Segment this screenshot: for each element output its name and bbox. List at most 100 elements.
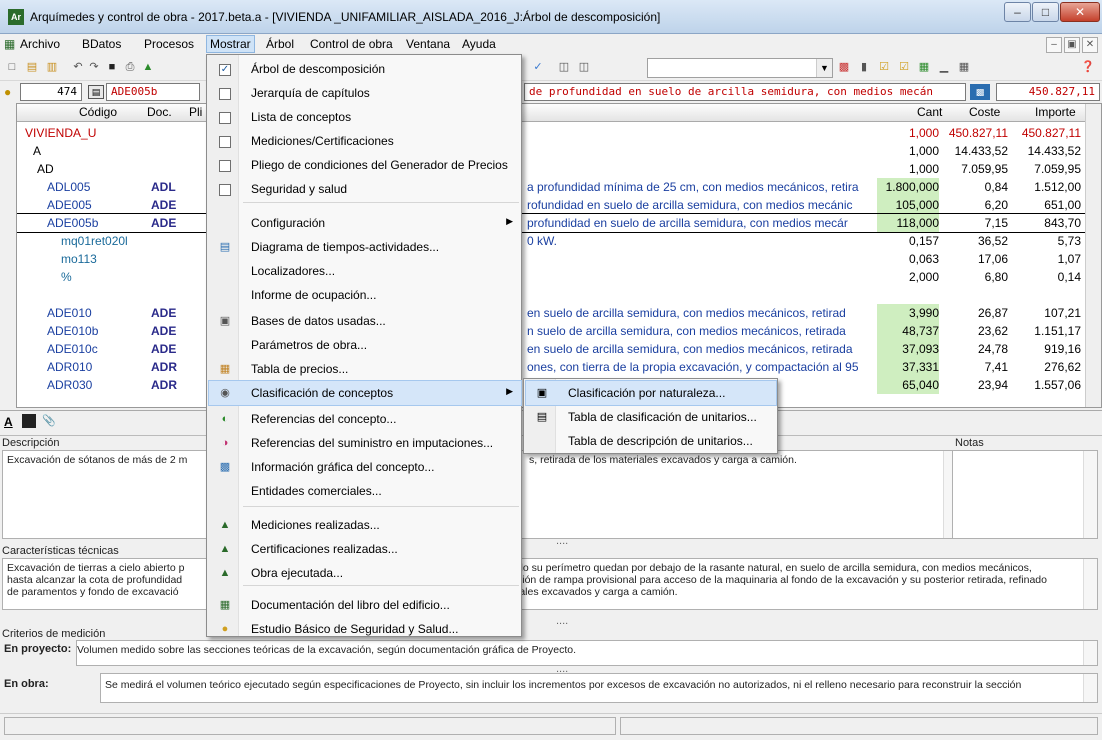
table-row[interactable]: A 1,000 14.433,52 14.433,52 (17, 142, 1087, 160)
table-row[interactable]: ADE005b ADE profundidad en suelo de arcill… (17, 213, 1088, 233)
new-icon[interactable]: □ (4, 59, 20, 75)
menu-item-seguridad-y-salud[interactable]: Seguridad y salud (209, 177, 521, 201)
minimize-button[interactable]: – (1004, 2, 1031, 22)
submenu-item-clasificacion-por-naturaleza[interactable]: ▣ Clasificación por naturaleza... (525, 380, 777, 406)
undo-icon[interactable]: ↶ (70, 59, 86, 75)
menu-mostrar[interactable]: Mostrar (206, 35, 255, 53)
mdi-restore-icon[interactable]: ▣ (1064, 37, 1080, 53)
menu-ayuda[interactable]: Ayuda (462, 37, 496, 51)
print-icon[interactable]: ⎙ (122, 59, 138, 75)
table-row[interactable]: AD 1,000 7.059,95 7.059,95 (17, 160, 1087, 178)
menu-item-diagrama-de-tiempos-actividades[interactable]: ▤ Diagrama de tiempos-actividades... (209, 235, 521, 259)
close-button[interactable]: ✕ (1060, 2, 1100, 22)
toolbar-combo[interactable]: ▼ (647, 58, 833, 78)
row-quantity[interactable]: 37,093 (877, 340, 939, 358)
on-site-text[interactable]: Se medirá el volumen teórico ejecutado s… (100, 673, 1098, 703)
tab-image-icon[interactable] (22, 414, 36, 428)
menu-item-lista-de-conceptos[interactable]: Lista de conceptos (209, 105, 521, 129)
menu-archivo[interactable]: Archivo (20, 37, 60, 51)
table-row[interactable] (17, 286, 1087, 304)
row-quantity[interactable]: 1,000 (877, 160, 939, 178)
row-quantity[interactable]: 1,000 (877, 142, 939, 160)
submenu-item-tabla-de-descripcion-de-unitarios[interactable]: Tabla de descripción de unitarios... (526, 429, 776, 453)
table-row[interactable]: mq01ret020l 0 kW. 0,157 36,52 5,73 (17, 232, 1087, 250)
menu-item-informacion-grafica-del-concepto[interactable]: ▩ Información gráfica del concepto... (209, 455, 521, 479)
notes-text[interactable] (952, 450, 1098, 539)
menu-item-obra-ejecutada[interactable]: ▲ Obra ejecutada... (209, 561, 521, 585)
lock-icon[interactable]: ▮ (856, 59, 872, 75)
menu-item-arbol-de-descomposicion[interactable]: ✓ Árbol de descomposición (209, 57, 521, 81)
paste-icon[interactable]: ◫ (576, 59, 592, 75)
row-quantity[interactable]: 65,040 (877, 376, 939, 394)
check-icon[interactable]: ✓ (530, 59, 546, 75)
grid-icon[interactable]: ▦ (956, 59, 972, 75)
export-icon[interactable]: ▲ (140, 59, 156, 75)
menu-item-mediciones-realizadas[interactable]: ▲ Mediciones realizadas... (209, 513, 521, 537)
table-row[interactable]: % 2,000 6,80 0,14 (17, 268, 1087, 286)
menu-procesos[interactable]: Procesos (144, 37, 194, 51)
open-recent-icon[interactable]: ▥ (44, 59, 60, 75)
chart-icon[interactable]: ▩ (836, 59, 852, 75)
row-quantity[interactable]: 2,000 (877, 268, 939, 286)
menu-item-documentacion-del-libro-del-edificio[interactable]: ▦ Documentación del libro del edificio... (209, 593, 521, 617)
menu-item-pliego-de-condiciones-del-generador-de-precios[interactable]: Pliego de condiciones del Generador de P… (209, 153, 521, 177)
header-unit[interactable]: Pli (189, 105, 202, 119)
book-tool-icon[interactable]: ▦ (916, 59, 932, 75)
menu-item-certificaciones-realizadas[interactable]: ▲ Certificaciones realizadas... (209, 537, 521, 561)
menu-item-mediciones-certificaciones[interactable]: Mediciones/Certificaciones (209, 129, 521, 153)
menu-item-tabla-de-precios[interactable]: ▦ Tabla de precios... (209, 357, 521, 381)
header-code[interactable]: Código (79, 105, 117, 119)
splitter-dots[interactable]: .... (556, 535, 568, 547)
table-row[interactable]: ADR010 ADR ones, con tierra de la propia e… (17, 358, 1087, 376)
table-row[interactable]: VIVIENDA_U 1,000 450.827,11 450.827,11 (17, 124, 1087, 142)
menu-bdatos[interactable]: BDatos (82, 37, 121, 51)
save-icon[interactable]: ■ (104, 59, 120, 75)
chevron-down-icon[interactable]: ▼ (816, 59, 832, 77)
splitter-dots-2[interactable]: .... (556, 615, 568, 627)
concept-type-icon[interactable]: ▤ (88, 85, 104, 99)
menu-item-parametros-de-obra[interactable]: Parámetros de obra... (209, 333, 521, 357)
menu-item-clasificacion-de-conceptos[interactable]: ◉ Clasificación de conceptos ▶ (208, 380, 522, 406)
menu-item-jerarquia-de-capitulos[interactable]: Jerarquía de capítulos (209, 81, 521, 105)
bar-chart-icon[interactable]: ▁ (936, 59, 952, 75)
header-doc[interactable]: Doc. (147, 105, 172, 119)
help-icon[interactable]: ❓ (1080, 59, 1096, 75)
menu-ventana[interactable]: Ventana (406, 37, 450, 51)
tech-scrollbar[interactable] (1083, 559, 1097, 609)
row-quantity[interactable]: 37,331 (877, 358, 939, 376)
menu-item-localizadores[interactable]: Localizadores... (209, 259, 521, 283)
table-row[interactable]: ADE010 ADE en suelo de arcilla semidura, c… (17, 304, 1087, 322)
on-site-scrollbar[interactable] (1083, 674, 1097, 702)
calculator-icon[interactable]: ▩ (970, 84, 990, 100)
menu-control-de-obra[interactable]: Control de obra (310, 37, 393, 51)
menu-arbol[interactable]: Árbol (266, 37, 294, 51)
open-icon[interactable]: ▤ (24, 59, 40, 75)
mdi-minimize-icon[interactable]: – (1046, 37, 1062, 53)
table-row[interactable]: mo113 0,063 17,06 1,07 (17, 250, 1087, 268)
row-quantity[interactable]: 0,157 (877, 232, 939, 250)
row-quantity[interactable]: 105,000 (877, 196, 939, 214)
maximize-button[interactable]: □ (1032, 2, 1059, 22)
table-row[interactable]: ADE010b ADE n suelo de arcilla semidura, c… (17, 322, 1087, 340)
menu-item-configuracion[interactable]: Configuración ▶ (209, 211, 521, 235)
copy-icon[interactable]: ◫ (556, 59, 572, 75)
checklist-icon[interactable]: ☑ (876, 59, 892, 75)
nav-icon[interactable]: ● (4, 85, 11, 99)
submenu-item-tabla-de-clasificacion-de-unitarios[interactable]: ▤ Tabla de clasificación de unitarios... (526, 405, 776, 429)
row-quantity[interactable]: 3,990 (877, 304, 939, 322)
edit-check-icon[interactable]: ☑ (896, 59, 912, 75)
redo-icon[interactable]: ↷ (86, 59, 102, 75)
menu-item-estudio-basico-de-seguridad-y-salud[interactable]: ● Estudio Básico de Seguridad y Salud... (209, 617, 521, 641)
project-scrollbar[interactable] (1083, 641, 1097, 665)
table-row[interactable]: ADE005 ADE rofundidad en suelo de arcilla … (17, 196, 1087, 214)
row-quantity[interactable]: 0,063 (877, 250, 939, 268)
row-quantity[interactable]: 1.800,000 (877, 178, 939, 196)
header-cant[interactable]: Cant (917, 105, 942, 119)
row-quantity[interactable]: 118,000 (877, 214, 939, 232)
document-icon[interactable]: ▦ (4, 37, 15, 51)
tab-attachment-icon[interactable]: 📎 (42, 414, 56, 427)
tab-description[interactable]: A (4, 415, 13, 429)
row-quantity[interactable]: 48,737 (877, 322, 939, 340)
mdi-close-icon[interactable]: ✕ (1082, 37, 1098, 53)
tech-characteristics-text[interactable]: Excavación de tierras a cielo abierto p … (2, 558, 1098, 610)
